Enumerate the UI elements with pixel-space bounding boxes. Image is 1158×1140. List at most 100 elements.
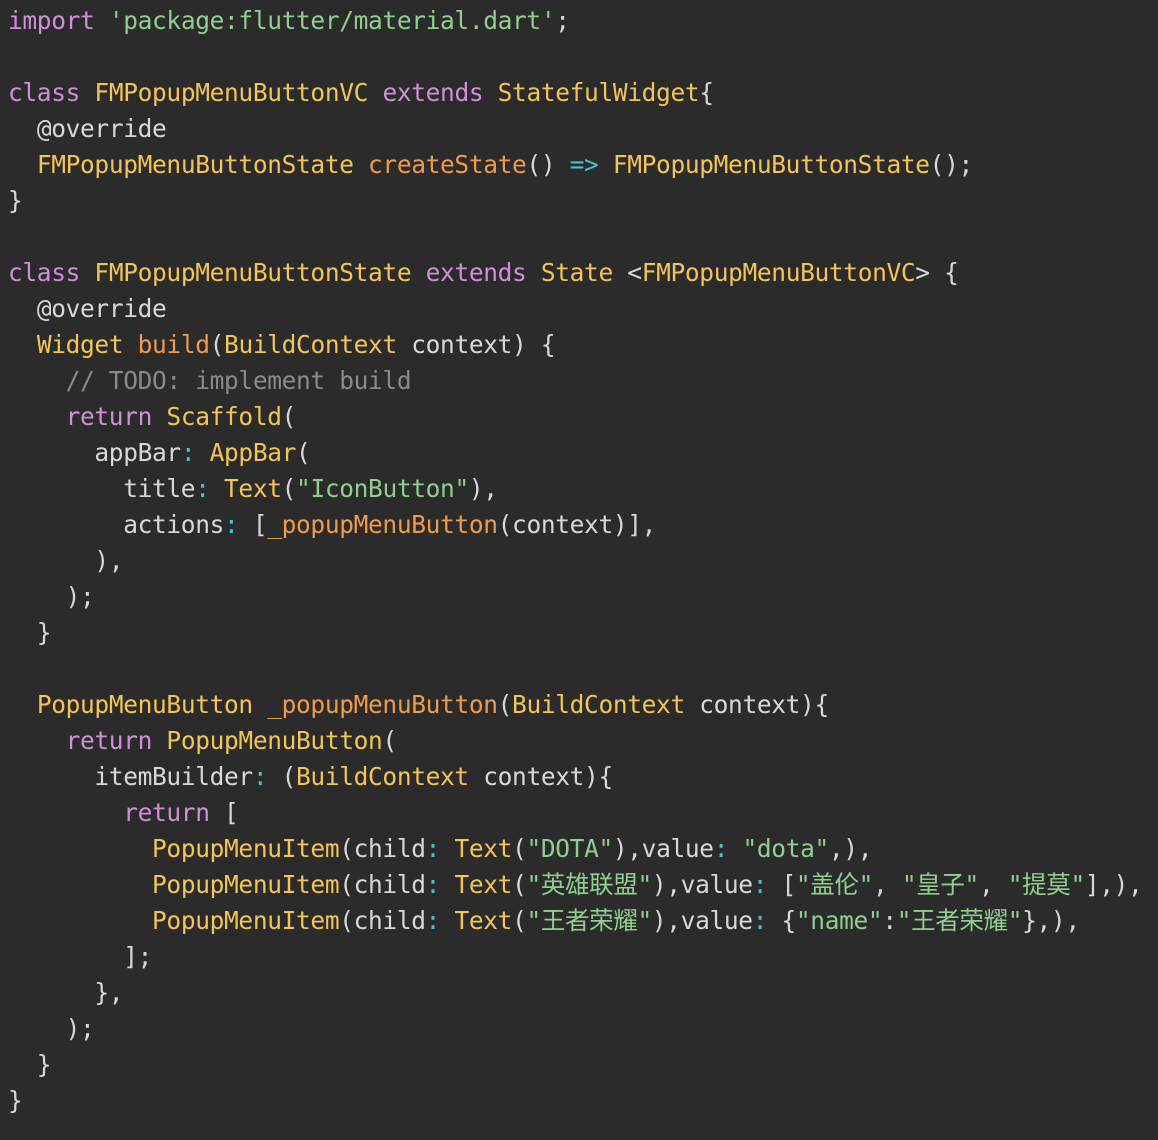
code-line: ​ [0,651,1158,687]
code-token-type: FMPopupMenuButtonState [94,258,412,287]
code-token-op: : [425,870,441,899]
code-line: actions: [_popupMenuButton(context)], [0,507,1158,543]
code-token-pl: { [767,906,796,935]
code-token-type: FMPopupMenuButtonState [612,150,930,179]
code-token-type: PopupMenuItem [152,834,340,863]
code-token-pl: () [526,150,570,179]
code-token-pl: ),value [651,870,753,899]
code-token-str: "王者荣耀" [526,906,652,935]
code-token-pl: appBar [8,438,181,467]
code-token-str: "dota" [742,834,830,863]
code-line: // TODO: implement build [0,363,1158,399]
code-token-str: "盖伦" [795,870,874,899]
code-token-pl: } [8,618,52,647]
code-token-pl: { [699,78,714,107]
code-line: PopupMenuButton _popupMenuButton(BuildCo… [0,687,1158,723]
code-token-pl: ( [497,690,513,719]
code-token-pl: title [8,474,196,503]
code-token-pl: actions [8,510,225,539]
code-token-type: Text [224,474,282,503]
code-token-pl: < [612,258,642,287]
code-token-op: : [252,762,268,791]
code-line: appBar: AppBar( [0,435,1158,471]
code-token-str: "王者荣耀" [896,906,1023,935]
code-token-type: Text [454,906,513,935]
code-token-pl: ( [209,330,225,359]
code-token-pl: ]; [8,942,153,971]
code-token-fn: _popupMenuButton [267,690,498,719]
code-line: FMPopupMenuButtonState createState() => … [0,147,1158,183]
code-token-pl: (context)], [497,510,657,539]
code-line: class FMPopupMenuButtonState extends Sta… [0,255,1158,291]
code-line: return PopupMenuButton( [0,723,1158,759]
code-line: Widget build(BuildContext context) { [0,327,1158,363]
code-line: import 'package:flutter/material.dart'; [0,3,1158,39]
code-token-pl: ), [8,546,124,575]
code-token-pl: ( [512,906,527,935]
code-token-pl: ( [512,834,527,863]
code-token-op: => [569,150,599,179]
code-token-pl: ); [8,582,95,611]
code-token-fn: createState [368,150,527,179]
code-token-pl: ,), [828,834,873,863]
code-token-pl: ( [281,474,297,503]
code-token-str: 'package:flutter/material.dart' [108,6,556,35]
code-line: ), [0,543,1158,579]
code-token-pl: ), [468,474,498,503]
code-token-op: : [180,438,196,467]
code-line: PopupMenuItem(child: Text("王者荣耀"),value:… [0,903,1158,939]
code-token-type: PopupMenuButton [36,690,253,719]
code-token-type: Scaffold [166,402,282,431]
code-editor[interactable]: import 'package:flutter/material.dart'; ​… [0,0,1158,1140]
code-token-type: BuildContext [296,762,469,791]
code-token-kw: return [65,402,153,431]
code-token-type: FMPopupMenuButtonVC [641,258,916,287]
code-token-kw: extends [382,78,484,107]
code-token-kw: import [8,6,95,35]
code-token-pl: context) { [396,330,556,359]
code-line: } [0,615,1158,651]
code-token-pl: ( [296,438,311,467]
code-token-kw: return [65,726,153,755]
code-token-pl: } [8,186,23,215]
code-token-pl: ),value [651,906,753,935]
code-token-pl: ( [382,726,397,755]
code-token-pl: , [978,870,1008,899]
code-token-cm: // TODO: implement build [65,366,412,395]
code-line: class FMPopupMenuButtonVC extends Statef… [0,75,1158,111]
code-token-str: "DOTA" [526,834,613,863]
code-line: } [0,1047,1158,1083]
code-token-type: PopupMenuButton [166,726,383,755]
code-line: }, [0,975,1158,1011]
code-token-type: Text [454,834,513,863]
code-token-str: "IconButton" [296,474,469,503]
code-token-pl: }, [8,978,124,1007]
code-token-kw: class [8,78,81,107]
code-line: ); [0,1011,1158,1047]
code-token-op: : [425,834,441,863]
code-token-type: FMPopupMenuButtonState [36,150,354,179]
code-token-pl: ; [555,6,570,35]
code-token-pl: ( [267,762,297,791]
code-line: @override [0,291,1158,327]
code-token-pl: [ [209,798,239,827]
code-token-type: Text [454,870,513,899]
code-token-type: PopupMenuItem [152,906,340,935]
code-token-type: PopupMenuItem [152,870,340,899]
code-token-pl: (child [339,870,426,899]
